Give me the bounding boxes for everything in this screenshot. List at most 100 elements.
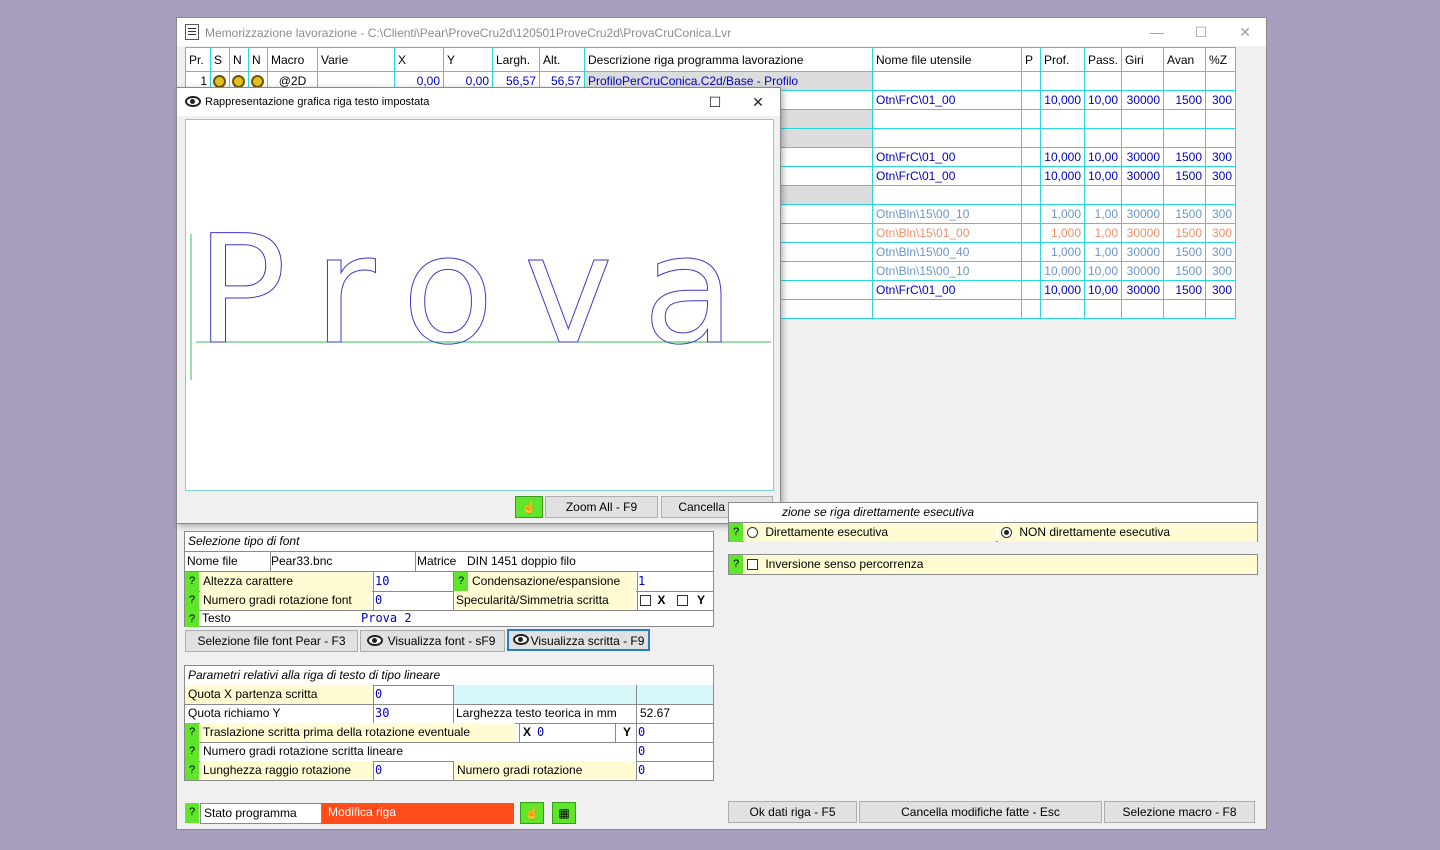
gradi-rotazione-input[interactable]: 0 <box>638 761 708 780</box>
row-file: Otn\Bln\15\00_40 <box>872 242 1022 262</box>
row-z <box>1205 109 1237 129</box>
row-z <box>1205 128 1237 148</box>
blank-cell <box>454 685 713 704</box>
altezza-input[interactable]: 10 <box>375 572 453 591</box>
mirror-y-checkbox[interactable] <box>676 595 688 607</box>
preview-maximize-button[interactable]: ☐ <box>701 92 729 112</box>
col-descrizione: Descrizione riga programma lavorazione <box>584 47 873 72</box>
help-icon[interactable]: ? <box>454 572 468 591</box>
help-icon[interactable]: ? <box>185 723 199 742</box>
row-z <box>1205 185 1237 205</box>
inversione-option[interactable]: Inversione senso percorrenza <box>744 555 1257 574</box>
row-giri <box>1121 185 1165 205</box>
help-icon[interactable]: ? <box>729 523 743 542</box>
row-prof: 1,000 <box>1040 223 1085 243</box>
row-avan: 1500 <box>1163 242 1207 262</box>
gradi-lineare-input[interactable]: 0 <box>638 742 708 761</box>
row-prof: 1,000 <box>1040 242 1085 262</box>
row-prof: 10,000 <box>1040 261 1085 281</box>
mirror-x-checkbox[interactable] <box>640 595 651 607</box>
option-not-direct[interactable]: NON direttamente esecutiva <box>998 523 1257 542</box>
row-prof: 10,000 <box>1040 280 1085 300</box>
help-icon[interactable]: ? <box>185 572 199 591</box>
row-p <box>1021 90 1041 110</box>
font-panel-header: Selezione tipo di font <box>188 534 300 548</box>
row-avan: 1500 <box>1163 166 1207 186</box>
grid-pattern-icon[interactable]: ▦ <box>552 802 576 824</box>
testo-label: Testo <box>202 611 231 625</box>
row-z: 300 <box>1205 280 1237 300</box>
not-direct-radio[interactable] <box>1001 527 1012 539</box>
help-icon[interactable]: ? <box>185 761 199 780</box>
ok-row-button[interactable]: Ok dati riga - F5 <box>728 801 857 823</box>
row-z: 300 <box>1205 90 1237 110</box>
row-file <box>872 185 1022 205</box>
quota-y-input[interactable]: 30 <box>375 704 451 723</box>
row-p <box>1021 109 1041 129</box>
trasl-x-label: X <box>523 725 532 739</box>
row-p <box>1021 185 1041 205</box>
help-icon[interactable]: ? <box>185 742 199 761</box>
trasl-y-input[interactable]: 0 <box>638 723 708 742</box>
hand-icon[interactable]: ☝ <box>515 496 543 518</box>
view-text-button[interactable]: Visualizza scritta - F9 <box>507 629 650 651</box>
help-icon[interactable]: ? <box>729 555 743 574</box>
testo-input[interactable]: Prova 2 <box>361 609 701 628</box>
larghezza-value: 52.67 <box>640 706 671 720</box>
view-text-label: Visualizza scritta - F9 <box>530 634 645 648</box>
row-giri: 30000 <box>1121 261 1165 281</box>
zoom-all-button[interactable]: Zoom All - F9 <box>545 496 658 518</box>
row-z: 300 <box>1205 223 1237 243</box>
cancel-changes-button[interactable]: Cancella modifiche fatte - Esc <box>859 801 1102 823</box>
exec-panel: zione se riga direttamente esecutiva ? D… <box>728 502 1258 542</box>
select-macro-button[interactable]: Selezione macro - F8 <box>1104 801 1255 823</box>
hand-icon[interactable]: ☝ <box>520 802 544 824</box>
help-icon[interactable]: ? <box>185 803 199 823</box>
inversione-checkbox[interactable] <box>747 559 758 571</box>
direct-label: Direttamente esecutiva <box>765 525 889 539</box>
raggio-input[interactable]: 0 <box>375 761 451 780</box>
row-pass: 10,00 <box>1083 147 1123 167</box>
row-pass <box>1083 109 1123 129</box>
close-button[interactable]: ✕ <box>1231 22 1259 42</box>
col-z: %Z <box>1205 47 1237 72</box>
quota-x-label: Quota X partenza scritta <box>185 685 373 704</box>
select-font-file-button[interactable]: Selezione file font Pear - F3 <box>185 630 358 652</box>
row-avan: 1500 <box>1163 204 1207 224</box>
main-titlebar: Memorizzazione lavorazione - C:\Clienti\… <box>177 18 1266 46</box>
row-giri <box>1121 71 1165 91</box>
preview-close-button[interactable]: ✕ <box>744 92 772 112</box>
direct-radio[interactable] <box>747 527 758 539</box>
traslazione-label: Traslazione scritta prima della rotazion… <box>200 723 515 742</box>
row-p <box>1021 223 1041 243</box>
preview-canvas[interactable]: Prova 2 <box>185 119 774 491</box>
row-pass: 1,00 <box>1083 223 1123 243</box>
help-icon[interactable]: ? <box>185 591 199 610</box>
condensazione-input[interactable]: 1 <box>638 572 708 591</box>
row-pass: 10,00 <box>1083 280 1123 300</box>
larghezza-label: Larghezza testo teorica in mm <box>456 706 617 720</box>
row-avan: 1500 <box>1163 147 1207 167</box>
row-p <box>1021 261 1041 281</box>
view-font-button[interactable]: Visualizza font - sF9 <box>360 630 505 652</box>
row-z: 300 <box>1205 204 1237 224</box>
col-avan: Avan <box>1163 47 1207 72</box>
col-alt: Alt. <box>539 47 585 72</box>
mirror-y-label: Y <box>697 593 706 607</box>
option-direct[interactable]: Direttamente esecutiva <box>744 523 996 542</box>
quota-x-input[interactable]: 0 <box>375 685 451 704</box>
row-prof: 1,000 <box>1040 204 1085 224</box>
gradi-lineare-label: Numero gradi rotazione scritta lineare <box>203 744 404 758</box>
eye-icon <box>185 96 201 107</box>
trasl-x-input[interactable]: 0 <box>537 723 607 742</box>
row-z <box>1205 71 1237 91</box>
row-pass <box>1083 299 1123 319</box>
maximize-button[interactable]: ☐ <box>1187 22 1215 42</box>
col-y: Y <box>443 47 493 72</box>
row-p <box>1021 280 1041 300</box>
minimize-button[interactable]: — <box>1143 22 1171 42</box>
gradi-font-input[interactable]: 0 <box>375 591 453 610</box>
col-pr: Pr. <box>185 47 211 72</box>
help-icon[interactable]: ? <box>185 610 199 627</box>
exec-header: zione se riga direttamente esecutiva <box>782 505 975 519</box>
